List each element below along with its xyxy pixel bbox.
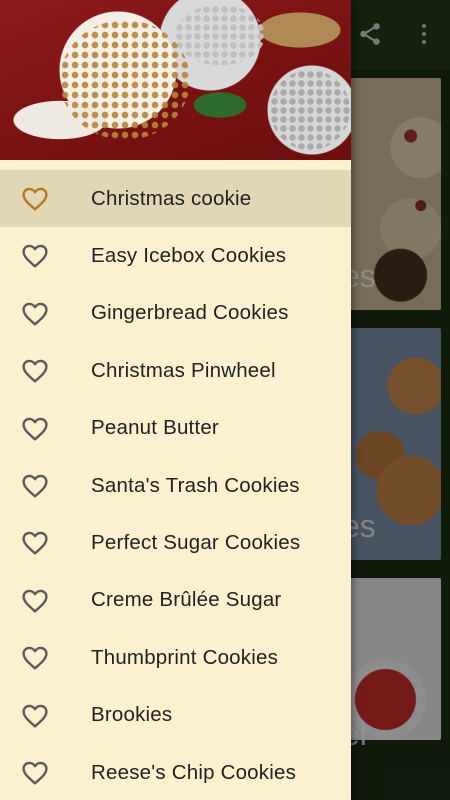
- drawer-menu-item[interactable]: Easy Icebox Cookies: [0, 227, 351, 284]
- heart-outline-icon: [22, 704, 48, 728]
- heart-outline-icon: [22, 646, 48, 670]
- drawer-menu-item[interactable]: Gingerbread Cookies: [0, 285, 351, 342]
- drawer-menu-item-label: Perfect Sugar Cookies: [91, 531, 301, 555]
- drawer-menu-item-label: Thumbprint Cookies: [91, 645, 279, 669]
- drawer-menu-item[interactable]: Creme Brûlée Sugar: [0, 572, 351, 629]
- drawer-menu-item-label: Christmas cookie: [91, 186, 252, 210]
- drawer-menu-item[interactable]: Christmas Pinwheel: [0, 342, 351, 399]
- drawer-menu-item-label: Brookies: [91, 703, 173, 727]
- drawer-menu-item-label: Creme Brûlée Sugar: [91, 588, 282, 612]
- heart-outline-icon: [22, 589, 48, 613]
- heart-outline-icon: [22, 244, 48, 268]
- heart-outline-icon: [22, 474, 48, 498]
- drawer-menu-item[interactable]: Perfect Sugar Cookies: [0, 514, 351, 571]
- drawer-menu-item-label: Reese's Chip Cookies: [91, 760, 297, 784]
- drawer-menu-item[interactable]: Peanut Butter: [0, 400, 351, 457]
- drawer-menu-item[interactable]: Brookies: [0, 687, 351, 744]
- drawer-menu-item-label: Gingerbread Cookies: [91, 301, 289, 325]
- drawer-menu-item[interactable]: Santa's Trash Cookies: [0, 457, 351, 514]
- heart-outline-icon: [22, 761, 48, 785]
- navigation-drawer: Christmas cookie Easy Icebox Cookies Ginge…: [0, 0, 351, 800]
- drawer-menu-item[interactable]: Christmas cookie: [0, 170, 351, 228]
- heart-outline-icon: [22, 417, 48, 441]
- heart-outline-icon: [22, 187, 48, 211]
- drawer-menu-item-label: Peanut Butter: [91, 416, 219, 440]
- heart-outline-icon: [22, 531, 48, 555]
- heart-outline-icon: [22, 302, 48, 326]
- drawer-menu-item-label: Santa's Trash Cookies: [91, 473, 300, 497]
- drawer-menu-item[interactable]: Reese's Chip Cookies: [0, 744, 351, 800]
- heart-outline-icon: [22, 359, 48, 383]
- drawer-menu: Christmas cookie Easy Icebox Cookies Ginge…: [0, 170, 351, 800]
- drawer-menu-item-label: Christmas Pinwheel: [91, 358, 276, 382]
- drawer-menu-item-label: Easy Icebox Cookies: [91, 244, 287, 268]
- drawer-header-image: [0, 0, 351, 160]
- drawer-menu-item[interactable]: Thumbprint Cookies: [0, 629, 351, 686]
